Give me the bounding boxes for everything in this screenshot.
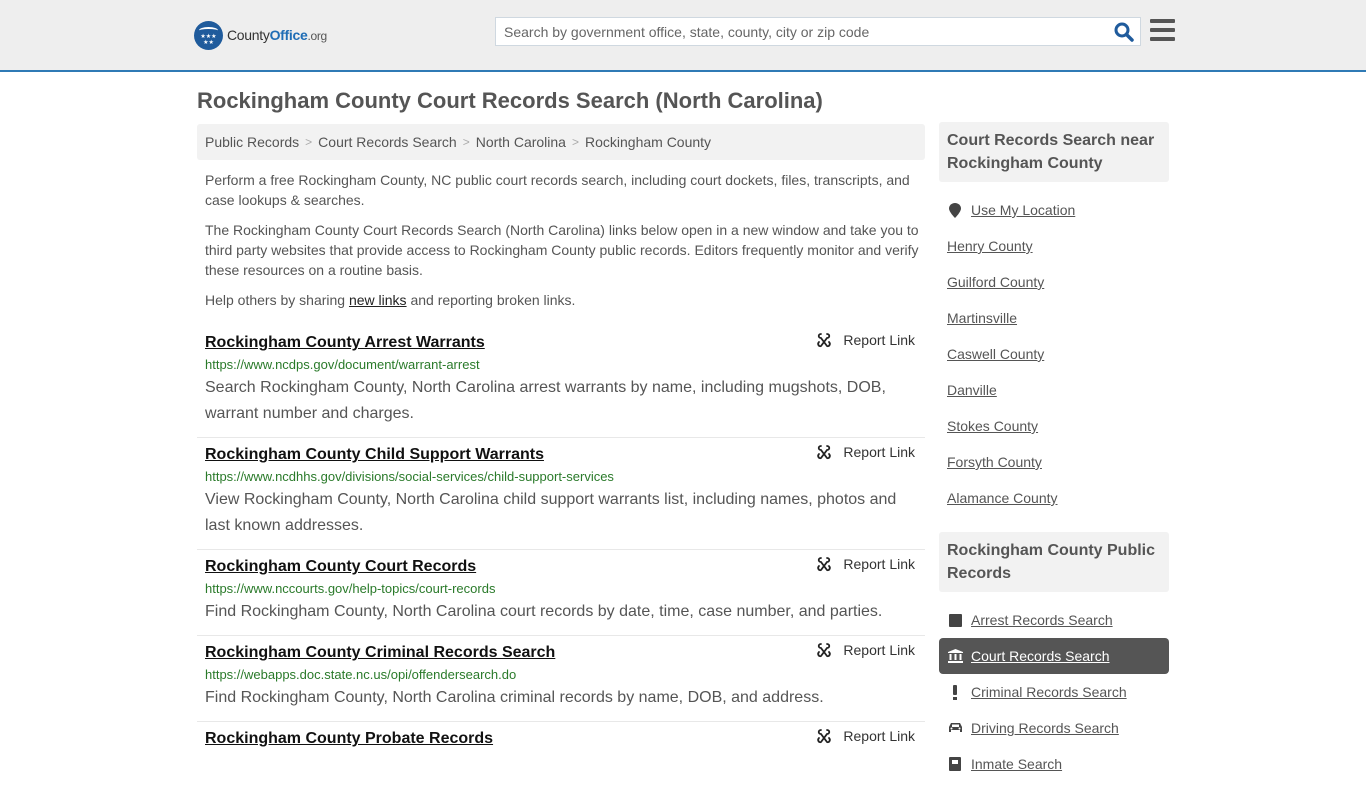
report-link-button[interactable]: Report Link: [816, 444, 915, 460]
search-input[interactable]: [496, 18, 1106, 45]
result-item: Rockingham County Court Records Report L…: [197, 550, 925, 636]
result-item: Rockingham County Arrest Warrants Report…: [197, 326, 925, 438]
breadcrumb-separator: >: [571, 135, 579, 149]
breadcrumb-rockingham-county[interactable]: Rockingham County: [585, 134, 711, 150]
result-url: https://www.ncdps.gov/document/warrant-a…: [205, 357, 480, 372]
result-item: Rockingham County Criminal Records Searc…: [197, 636, 925, 722]
broken-link-icon: [817, 445, 832, 460]
report-link-button[interactable]: Report Link: [816, 642, 915, 658]
new-links-link[interactable]: new links: [349, 292, 407, 308]
result-title-link[interactable]: Rockingham County Arrest Warrants: [205, 332, 485, 354]
sidebar-item-driving-records[interactable]: Driving Records Search: [939, 710, 1169, 746]
countyoffice-logo[interactable]: ★★★ ★★ CountyOffice.org: [194, 20, 327, 50]
result-description: View Rockingham County, North Carolina c…: [205, 491, 897, 534]
breadcrumb-north-carolina[interactable]: North Carolina: [476, 134, 566, 150]
logo-text: CountyOffice.org: [227, 27, 327, 43]
result-title-link[interactable]: Rockingham County Court Records: [205, 556, 476, 578]
sidebar: Court Records Search near Rockingham Cou…: [939, 122, 1169, 798]
hamburger-menu-icon[interactable]: [1150, 19, 1175, 41]
nearby-item-martinsville[interactable]: Martinsville: [939, 300, 1169, 336]
nearby-item-danville[interactable]: Danville: [939, 372, 1169, 408]
breadcrumb-court-records-search[interactable]: Court Records Search: [318, 134, 457, 150]
nearby-item-guilford-county[interactable]: Guilford County: [939, 264, 1169, 300]
sharing-note: Help others by sharing new links and rep…: [205, 292, 576, 308]
result-title-link[interactable]: Rockingham County Child Support Warrants: [205, 444, 544, 466]
result-item: Rockingham County Probate Records Report…: [197, 722, 925, 760]
site-header: ★★★ ★★ CountyOffice.org: [0, 0, 1366, 72]
result-title-link[interactable]: Rockingham County Probate Records: [205, 728, 493, 750]
result-url: https://www.ncdhhs.gov/divisions/social-…: [205, 469, 614, 484]
intro-paragraph: The Rockingham County Court Records Sear…: [205, 222, 919, 278]
broken-link-icon: [817, 643, 832, 658]
courthouse-icon: [947, 648, 963, 664]
report-link-button[interactable]: Report Link: [816, 556, 915, 572]
public-records-heading: Rockingham County Public Records: [939, 532, 1169, 592]
result-title-link[interactable]: Rockingham County Criminal Records Searc…: [205, 642, 555, 664]
result-item: Rockingham County Child Support Warrants…: [197, 438, 925, 550]
public-records-list: Arrest Records Search Court Records Sear…: [939, 592, 1169, 798]
intro-text: Perform a free Rockingham County, NC pub…: [205, 170, 920, 320]
report-link-button[interactable]: Report Link: [816, 728, 915, 744]
sidebar-item-court-records[interactable]: Court Records Search: [939, 638, 1169, 674]
broken-link-icon: [817, 729, 832, 744]
breadcrumb: Public Records > Court Records Search > …: [197, 124, 925, 160]
id-card-icon: [947, 756, 963, 772]
report-link-button[interactable]: Report Link: [816, 332, 915, 348]
exclamation-icon: [947, 684, 963, 700]
nearby-item-stokes-county[interactable]: Stokes County: [939, 408, 1169, 444]
eagle-badge-icon: ★★★ ★★: [194, 20, 223, 50]
use-my-location[interactable]: Use My Location: [939, 192, 1169, 228]
nearby-item-caswell-county[interactable]: Caswell County: [939, 336, 1169, 372]
nearby-item-forsyth-county[interactable]: Forsyth County: [939, 444, 1169, 480]
search-icon[interactable]: [1114, 22, 1134, 42]
breadcrumb-public-records[interactable]: Public Records: [205, 134, 299, 150]
square-icon: [947, 612, 963, 628]
result-description: Find Rockingham County, North Carolina c…: [205, 689, 824, 706]
car-icon: [947, 720, 963, 736]
result-url: https://webapps.doc.state.nc.us/opi/offe…: [205, 667, 517, 682]
results-list: Rockingham County Arrest Warrants Report…: [197, 326, 925, 760]
page-title: Rockingham County Court Records Search (…: [197, 88, 823, 113]
nearby-heading: Court Records Search near Rockingham Cou…: [939, 122, 1169, 182]
broken-link-icon: [817, 557, 832, 572]
sidebar-item-inmate-search[interactable]: Inmate Search: [939, 746, 1169, 782]
map-pin-icon: [947, 202, 963, 218]
nearby-item-henry-county[interactable]: Henry County: [939, 228, 1169, 264]
nearby-item-alamance-county[interactable]: Alamance County: [939, 480, 1169, 516]
intro-paragraph: Perform a free Rockingham County, NC pub…: [205, 172, 910, 208]
result-description: Find Rockingham County, North Carolina c…: [205, 603, 883, 620]
result-description: Search Rockingham County, North Carolina…: [205, 379, 886, 422]
sidebar-item-criminal-records[interactable]: Criminal Records Search: [939, 674, 1169, 710]
broken-link-icon: [817, 333, 832, 348]
sidebar-item-arrest-records[interactable]: Arrest Records Search: [939, 602, 1169, 638]
breadcrumb-separator: >: [305, 135, 313, 149]
nearby-list: Use My Location Henry County Guilford Co…: [939, 182, 1169, 532]
search-bar: [495, 17, 1141, 46]
result-url: https://www.nccourts.gov/help-topics/cou…: [205, 581, 496, 596]
breadcrumb-separator: >: [462, 135, 470, 149]
